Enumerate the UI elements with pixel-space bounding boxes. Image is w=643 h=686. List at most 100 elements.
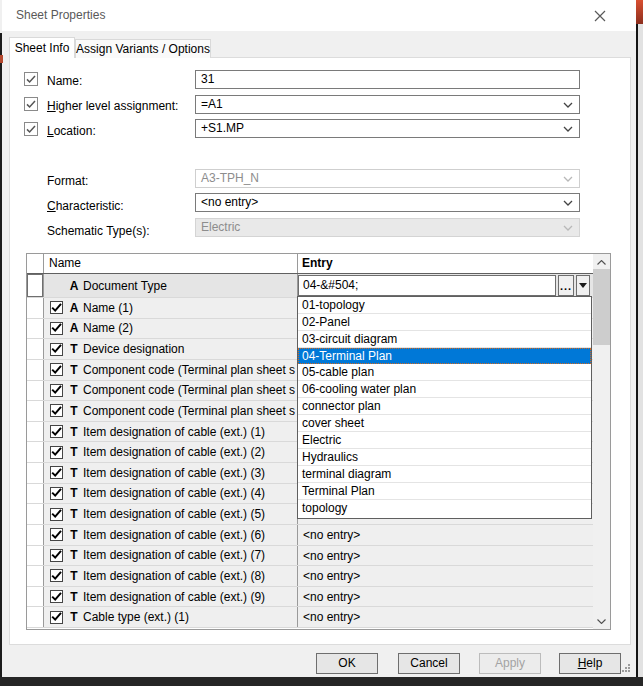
table-scrollbar[interactable] (593, 254, 610, 629)
tab-assign-variants[interactable]: Assign Variants / Options (75, 39, 211, 58)
row-checkbox[interactable] (50, 569, 63, 582)
row-checkbox[interactable] (50, 528, 63, 541)
row-name-cell[interactable]: TItem designation of cable (ext.) (8) (44, 566, 298, 586)
row-checkbox[interactable] (50, 384, 63, 397)
row-selector[interactable] (27, 607, 44, 627)
dropdown-item[interactable]: cover sheet (298, 415, 591, 432)
row-checkbox[interactable] (50, 343, 63, 356)
row-entry-cell[interactable]: <no entry> (298, 587, 593, 607)
row-name-cell[interactable]: TItem designation of cable (ext.) (2) (44, 442, 298, 462)
row-name-cell[interactable]: TComponent code (Terminal plan sheet s (44, 381, 298, 401)
row-selector[interactable] (27, 504, 44, 524)
attribute-type-icon: A (68, 279, 80, 293)
characteristic-combobox[interactable]: <no entry> (195, 193, 580, 212)
row-selector[interactable] (27, 319, 44, 339)
resize-grip[interactable] (620, 662, 631, 673)
scroll-down-icon[interactable] (593, 613, 610, 629)
row-name-cell[interactable]: TDevice designation (44, 339, 298, 359)
more-options-button[interactable]: ... (558, 275, 574, 296)
cancel-button[interactable]: Cancel (398, 653, 460, 674)
row-selector[interactable] (27, 566, 44, 586)
name-checkbox[interactable] (24, 72, 38, 86)
dropdown-item[interactable]: connector plan (298, 398, 591, 415)
dropdown-item[interactable]: terminal diagram (298, 466, 591, 483)
row-entry-cell[interactable]: <no entry> (298, 525, 593, 545)
document-type-dropdown-list[interactable]: 01-topology02-Panel03-circuit diagram04-… (297, 296, 592, 519)
ok-button[interactable]: OK (316, 653, 378, 674)
dropdown-item[interactable]: 05-cable plan (298, 364, 591, 381)
location-checkbox[interactable] (24, 122, 38, 136)
row-name-cell[interactable]: TItem designation of cable (ext.) (4) (44, 484, 298, 504)
row-name-cell[interactable]: TCable type (ext.) (1) (44, 607, 298, 627)
row-selector[interactable] (27, 587, 44, 607)
row-name-cell[interactable]: AName (1) (44, 298, 298, 318)
name-input[interactable]: 31 (195, 70, 580, 89)
row-entry-cell[interactable]: <no entry> (298, 546, 593, 566)
dropdown-item[interactable]: Terminal Plan (298, 483, 591, 500)
higher-level-combobox[interactable]: =A1 (195, 95, 580, 114)
row-selector[interactable] (27, 442, 44, 462)
dropdown-item[interactable]: 03-circuit diagram (298, 331, 591, 348)
dropdown-item[interactable]: Hydraulics (298, 449, 591, 466)
row-checkbox[interactable] (50, 322, 63, 335)
row-name-cell[interactable]: TItem designation of cable (ext.) (9) (44, 587, 298, 607)
row-checkbox[interactable] (50, 487, 63, 500)
row-selector[interactable] (27, 298, 44, 318)
row-name-cell[interactable]: TItem designation of cable (ext.) (6) (44, 525, 298, 545)
row-selector[interactable] (27, 339, 44, 359)
row-selector[interactable] (27, 381, 44, 401)
table-row[interactable]: TItem designation of cable (ext.) (6)<no… (27, 525, 593, 546)
row-name-cell[interactable]: TItem designation of cable (ext.) (7) (44, 546, 298, 566)
row-checkbox[interactable] (50, 466, 63, 479)
dropdown-item[interactable]: 02-Panel (298, 314, 591, 331)
dropdown-item[interactable]: Electric (298, 432, 591, 449)
row-name-cell[interactable]: TComponent code (Terminal plan sheet s (44, 360, 298, 380)
dropdown-item[interactable]: 04-Terminal Plan (298, 348, 591, 364)
row-name-cell[interactable]: TComponent code (Terminal plan sheet s (44, 401, 298, 421)
row-selector[interactable] (27, 484, 44, 504)
row-checkbox[interactable] (50, 301, 63, 314)
scrollbar-thumb[interactable] (593, 269, 610, 345)
row-name-cell[interactable]: TItem designation of cable (ext.) (1) (44, 422, 298, 442)
table-row[interactable]: TCable type (ext.) (1)<no entry> (27, 607, 593, 628)
row-checkbox[interactable] (50, 508, 63, 521)
row-checkbox[interactable] (50, 611, 63, 624)
close-icon[interactable] (588, 4, 612, 28)
scroll-up-icon[interactable] (593, 254, 610, 270)
table-row[interactable]: TItem designation of cable (ext.) (8)<no… (27, 566, 593, 587)
row-entry-cell[interactable]: <no entry> (298, 607, 593, 627)
row-entry-cell[interactable]: <no entry> (298, 566, 593, 586)
higher-level-checkbox[interactable] (24, 97, 38, 111)
dropdown-item[interactable]: 06-cooling water plan (298, 381, 591, 398)
row-checkbox[interactable] (50, 425, 63, 438)
dropdown-item[interactable]: topology (298, 500, 591, 517)
dropdown-item[interactable]: 01-topology (298, 297, 591, 314)
row-name-cell[interactable]: TItem designation of cable (ext.) (3) (44, 463, 298, 483)
help-button[interactable]: Help (559, 653, 621, 674)
attribute-type-icon: T (68, 590, 80, 604)
row-selector[interactable] (27, 274, 44, 297)
row-name-cell[interactable]: TItem designation of cable (ext.) (5) (44, 504, 298, 524)
row-entry-cell[interactable]: 04-&#504;... (298, 274, 593, 297)
table-row[interactable]: TItem designation of cable (ext.) (7)<no… (27, 546, 593, 567)
row-checkbox[interactable] (50, 549, 63, 562)
row-checkbox[interactable] (50, 446, 63, 459)
row-selector[interactable] (27, 422, 44, 442)
row-selector[interactable] (27, 360, 44, 380)
table-row[interactable]: ADocument Type04-&#504;... (27, 274, 593, 298)
row-checkbox[interactable] (50, 363, 63, 376)
dropdown-arrow-button[interactable] (576, 275, 590, 296)
row-selector[interactable] (27, 546, 44, 566)
tab-sheet-info[interactable]: Sheet Info (9, 37, 75, 58)
row-checkbox[interactable] (50, 590, 63, 603)
table-row[interactable]: TItem designation of cable (ext.) (9)<no… (27, 587, 593, 608)
document-type-editor-input[interactable]: 04-&#504; (298, 275, 556, 296)
row-checkbox[interactable] (50, 404, 63, 417)
row-name-cell[interactable]: AName (2) (44, 319, 298, 339)
row-selector[interactable] (27, 463, 44, 483)
row-selector[interactable] (27, 401, 44, 421)
location-combobox[interactable]: +S1.MP (195, 119, 580, 138)
row-name-cell[interactable]: ADocument Type (44, 274, 298, 297)
row-selector[interactable] (27, 525, 44, 545)
apply-button[interactable]: Apply (479, 653, 541, 674)
